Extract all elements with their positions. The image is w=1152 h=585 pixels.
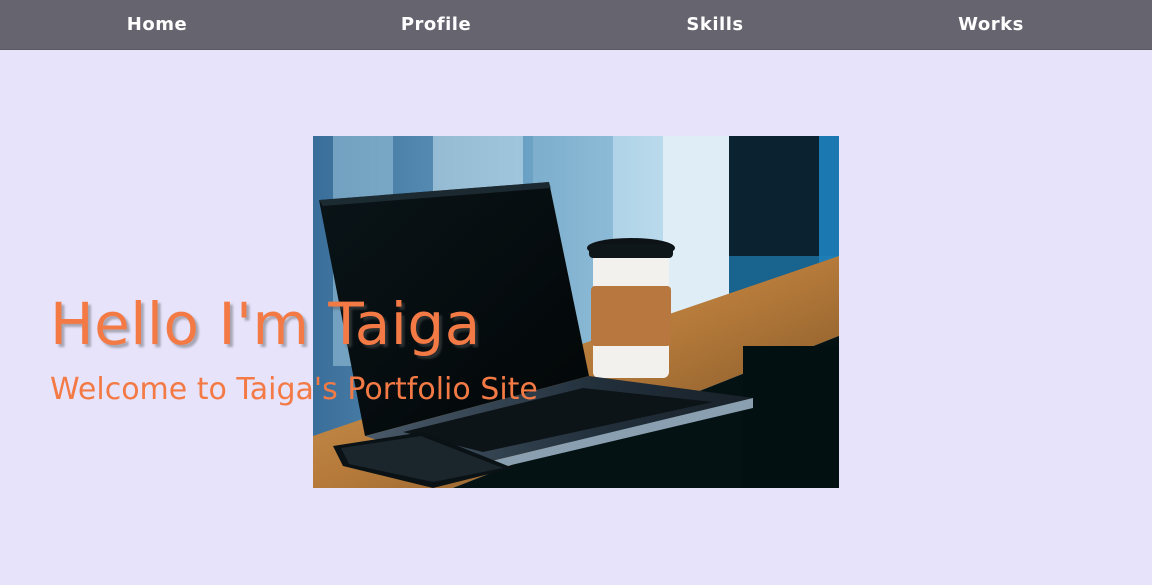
top-navbar: Home Profile Skills Works: [0, 0, 1152, 50]
hero-subtitle: Welcome to Taiga's Portfolio Site: [50, 372, 538, 407]
nav-link-home[interactable]: Home: [127, 0, 187, 49]
hero-title: Hello I'm Taiga: [50, 290, 481, 358]
nav-link-profile[interactable]: Profile: [401, 0, 471, 49]
nav-link-works[interactable]: Works: [958, 0, 1024, 49]
page: Home Profile Skills Works Hello I'm Taig…: [0, 0, 1152, 585]
nav-link-skills[interactable]: Skills: [686, 0, 743, 49]
